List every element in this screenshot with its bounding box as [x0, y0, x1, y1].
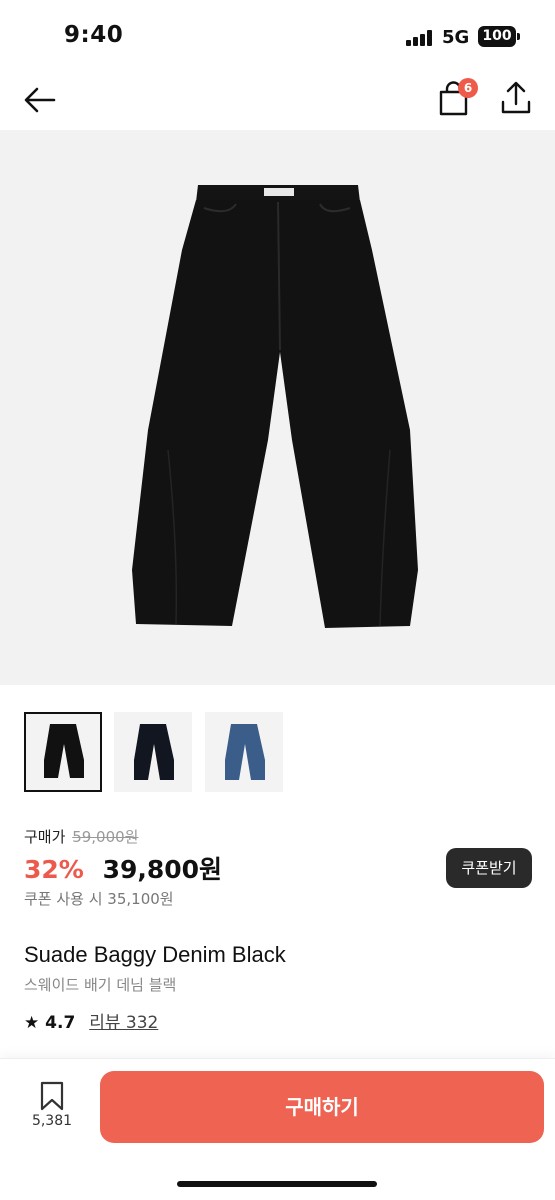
price-label-row: 구매가 59,000원	[24, 826, 138, 847]
price-label: 구매가	[24, 828, 66, 846]
jeans-image	[132, 185, 418, 628]
discount-rate: 32%	[24, 855, 84, 884]
share-icon	[501, 81, 531, 114]
status-bar: 9:40 5G 100	[0, 0, 555, 70]
home-indicator	[177, 1181, 377, 1187]
battery-tip	[517, 33, 520, 40]
get-coupon-button[interactable]: 쿠폰받기	[446, 848, 532, 888]
bookmark-icon	[40, 1081, 64, 1111]
star-icon: ★	[24, 1013, 40, 1033]
cart-count-badge: 6	[458, 78, 478, 98]
back-button[interactable]	[20, 80, 60, 120]
share-button[interactable]	[496, 78, 536, 118]
nav-bar: 6	[0, 70, 555, 130]
product-main-image[interactable]	[0, 130, 555, 685]
jeans-thumbnail-1	[44, 724, 84, 778]
thumbnail-3[interactable]	[205, 712, 283, 792]
bottom-action-bar: 5,381 구매하기	[0, 1058, 555, 1200]
status-time: 9:40	[64, 22, 124, 48]
product-name-korean: 스웨이드 배기 데님 블랙	[24, 976, 177, 994]
wishlist-count: 5,381	[31, 1113, 73, 1129]
sale-price-row: 32% 39,800원	[24, 850, 222, 886]
original-price: 59,000원	[72, 828, 139, 846]
buy-button[interactable]: 구매하기	[100, 1071, 544, 1143]
battery-icon: 100	[478, 26, 516, 47]
rating-row: ★ 4.7 리뷰 332	[24, 1008, 158, 1033]
wishlist-button[interactable]	[38, 1081, 66, 1111]
signal-icon	[406, 30, 434, 46]
battery-level: 100	[482, 28, 512, 44]
sale-price: 39,800원	[102, 855, 223, 884]
review-link[interactable]: 리뷰 332	[89, 1013, 158, 1033]
jeans-thumbnail-2	[134, 724, 174, 780]
thumbnail-1[interactable]	[24, 712, 102, 792]
jeans-thumbnail-3	[225, 724, 265, 780]
product-name: Suade Baggy Denim Black	[24, 942, 286, 967]
network-label: 5G	[442, 27, 470, 48]
coupon-price-text: 쿠폰 사용 시 35,100원	[24, 890, 174, 908]
back-arrow-icon	[24, 87, 56, 113]
rating-value: 4.7	[45, 1013, 76, 1033]
thumbnail-2[interactable]	[114, 712, 192, 792]
